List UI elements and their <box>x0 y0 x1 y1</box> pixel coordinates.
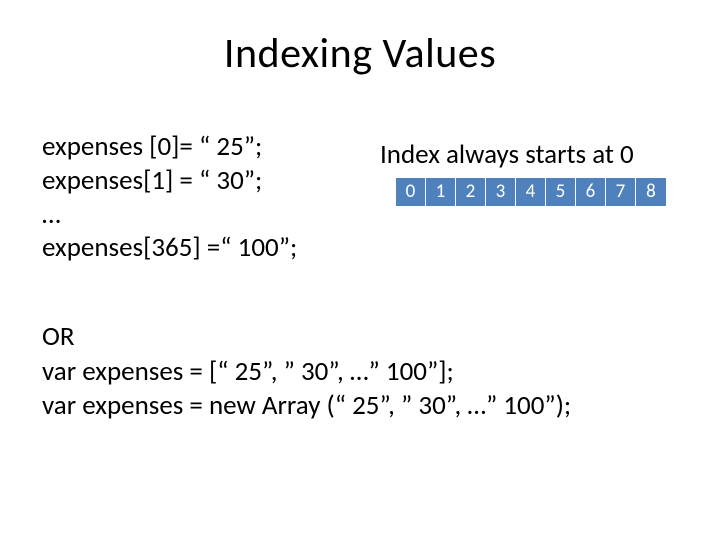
code-block-bottom: OR var expenses = [“ 25”, ” 30”, …” 100”… <box>42 320 571 424</box>
index-cell: 0 <box>396 178 426 206</box>
index-cell: 6 <box>576 178 606 206</box>
slide-title: Indexing Values <box>0 28 720 79</box>
index-caption: Index always starts at 0 <box>380 138 634 171</box>
code-line: var expenses = [“ 25”, ” 30”, …” 100”]; <box>42 355 571 390</box>
code-line: expenses[365] =“ 100”; <box>42 231 297 265</box>
index-cell: 5 <box>546 178 576 206</box>
slide: Indexing Values expenses [0]= “ 25”; exp… <box>0 0 720 540</box>
index-cell: 7 <box>606 178 636 206</box>
index-cell: 4 <box>516 178 546 206</box>
code-line: … <box>42 198 297 232</box>
index-cell: 8 <box>636 178 666 206</box>
code-block-top: expenses [0]= “ 25”; expenses[1] = “ 30”… <box>42 130 297 265</box>
index-cell: 2 <box>456 178 486 206</box>
code-line: var expenses = new Array (“ 25”, ” 30”, … <box>42 389 571 424</box>
index-array: 0 1 2 3 4 5 6 7 8 <box>396 178 666 206</box>
index-cell: 3 <box>486 178 516 206</box>
code-line: OR <box>42 320 571 355</box>
index-cell: 1 <box>426 178 456 206</box>
code-line: expenses[1] = “ 30”; <box>42 164 297 198</box>
code-line: expenses [0]= “ 25”; <box>42 130 297 164</box>
